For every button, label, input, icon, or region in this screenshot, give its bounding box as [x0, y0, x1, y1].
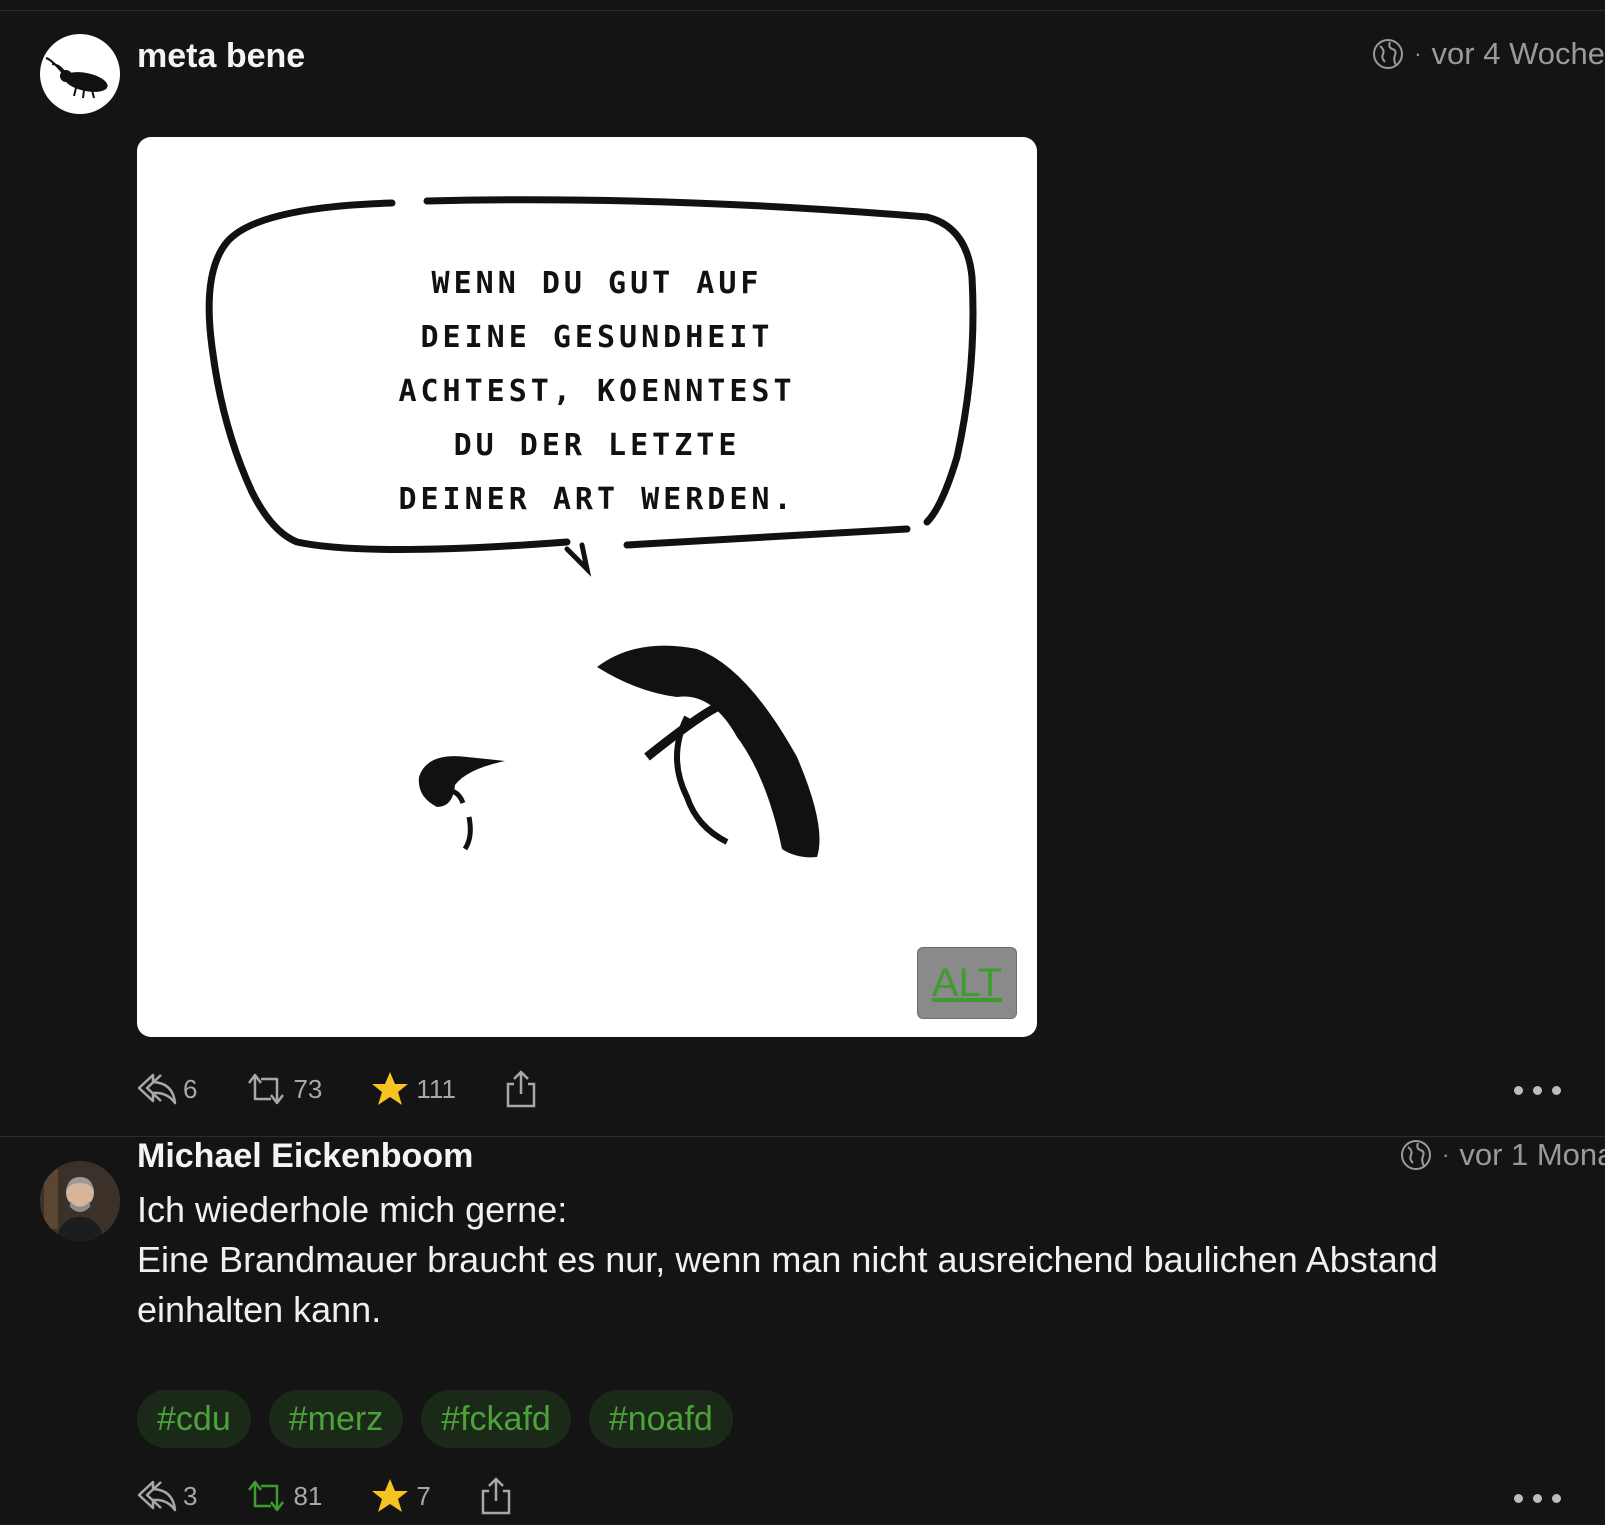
author-name[interactable]: Michael Eickenboom	[137, 1137, 473, 1175]
favourite-count: 111	[416, 1073, 456, 1104]
post-content: Ich wiederhole mich gerne: Eine Brandmau…	[137, 1185, 1577, 1335]
more-dot-icon	[1533, 1494, 1542, 1503]
more-dot-icon	[1552, 1494, 1561, 1503]
comic-line: du der letzte	[453, 428, 741, 463]
favourite-count: 7	[416, 1480, 431, 1511]
more-dot-icon	[1514, 1494, 1523, 1503]
content-line: Eine Brandmauer braucht es nur, wenn man…	[137, 1239, 1438, 1330]
reply-button[interactable]: 6	[137, 1071, 197, 1107]
separator-dot: ·	[1414, 41, 1422, 66]
media-attachment[interactable]: Wenn du gut auf deine Gesundheit achtest…	[137, 137, 1037, 1037]
more-options-button[interactable]	[1514, 1086, 1561, 1095]
comic-line: deiner art werden.	[398, 482, 796, 517]
post-meta: · vor 1 Mona	[1400, 1137, 1605, 1173]
timeline: meta bene · vor 4 Woche WENN DU GUT AUF …	[0, 0, 1605, 1525]
more-dot-icon	[1552, 1086, 1561, 1095]
post-michael-eickenboom[interactable]: Michael Eickenboom · vor 1 Mona Ich wied…	[0, 1137, 1605, 1525]
comic-line: Wenn du gut auf	[431, 266, 763, 301]
more-options-button[interactable]	[1514, 1494, 1561, 1503]
boost-icon	[248, 1073, 285, 1105]
favourite-button[interactable]: 7	[370, 1477, 431, 1515]
comic-line: deine Gesundheit	[420, 320, 774, 355]
hashtag-merz[interactable]: #merz	[268, 1390, 404, 1448]
share-button[interactable]	[504, 1070, 538, 1108]
reply-button[interactable]: 3	[137, 1478, 197, 1514]
comic-speech-text: Wenn du gut auf deine Gesundheit achtest…	[297, 257, 897, 527]
content-line: Ich wiederhole mich gerne:	[137, 1189, 568, 1230]
globe-icon	[1373, 39, 1404, 69]
comic-line: achtest, koenntest	[398, 374, 796, 409]
hashtag-fckafd[interactable]: #fckafd	[421, 1390, 571, 1448]
boost-button[interactable]: 81	[245, 1478, 322, 1514]
reply-count: 3	[183, 1480, 198, 1511]
post-meta-bene[interactable]: meta bene · vor 4 Woche WENN DU GUT AUF …	[0, 0, 1605, 1135]
more-dot-icon	[1514, 1086, 1523, 1095]
avatar[interactable]	[40, 34, 120, 114]
post-time[interactable]: vor 4 Woche	[1432, 36, 1605, 72]
post-time[interactable]: vor 1 Mona	[1459, 1137, 1605, 1173]
globe-icon	[1401, 1140, 1431, 1170]
more-dot-icon	[1533, 1086, 1542, 1095]
boost-count: 81	[293, 1480, 323, 1511]
share-icon	[481, 1477, 511, 1515]
boost-icon	[248, 1480, 285, 1512]
share-button[interactable]	[479, 1477, 513, 1515]
boost-count: 73	[293, 1073, 323, 1104]
author-name[interactable]: meta bene	[137, 37, 305, 76]
boost-button[interactable]: 73	[245, 1071, 322, 1107]
bug-avatar-icon	[45, 57, 108, 99]
share-icon	[506, 1070, 536, 1108]
hashtag-list: #cdu #merz #fckafd #noafd	[137, 1390, 733, 1448]
separator-dot: ·	[1442, 1142, 1450, 1167]
hashtag-cdu[interactable]: #cdu	[137, 1390, 251, 1448]
post-actions: 6 73 111	[137, 1070, 586, 1108]
star-icon	[372, 1072, 409, 1105]
favourite-button[interactable]: 111	[370, 1070, 456, 1108]
reply-icon	[137, 1480, 177, 1512]
alt-text-button[interactable]: ALT	[917, 947, 1017, 1019]
avatar[interactable]	[40, 1161, 120, 1241]
reply-count: 6	[183, 1073, 198, 1104]
post-meta: · vor 4 Woche	[1372, 36, 1605, 72]
reply-icon	[137, 1073, 177, 1105]
hashtag-noafd[interactable]: #noafd	[588, 1390, 733, 1448]
person-avatar-icon	[40, 1161, 120, 1241]
post-actions: 3 81 7	[137, 1477, 561, 1515]
star-icon	[372, 1479, 409, 1512]
